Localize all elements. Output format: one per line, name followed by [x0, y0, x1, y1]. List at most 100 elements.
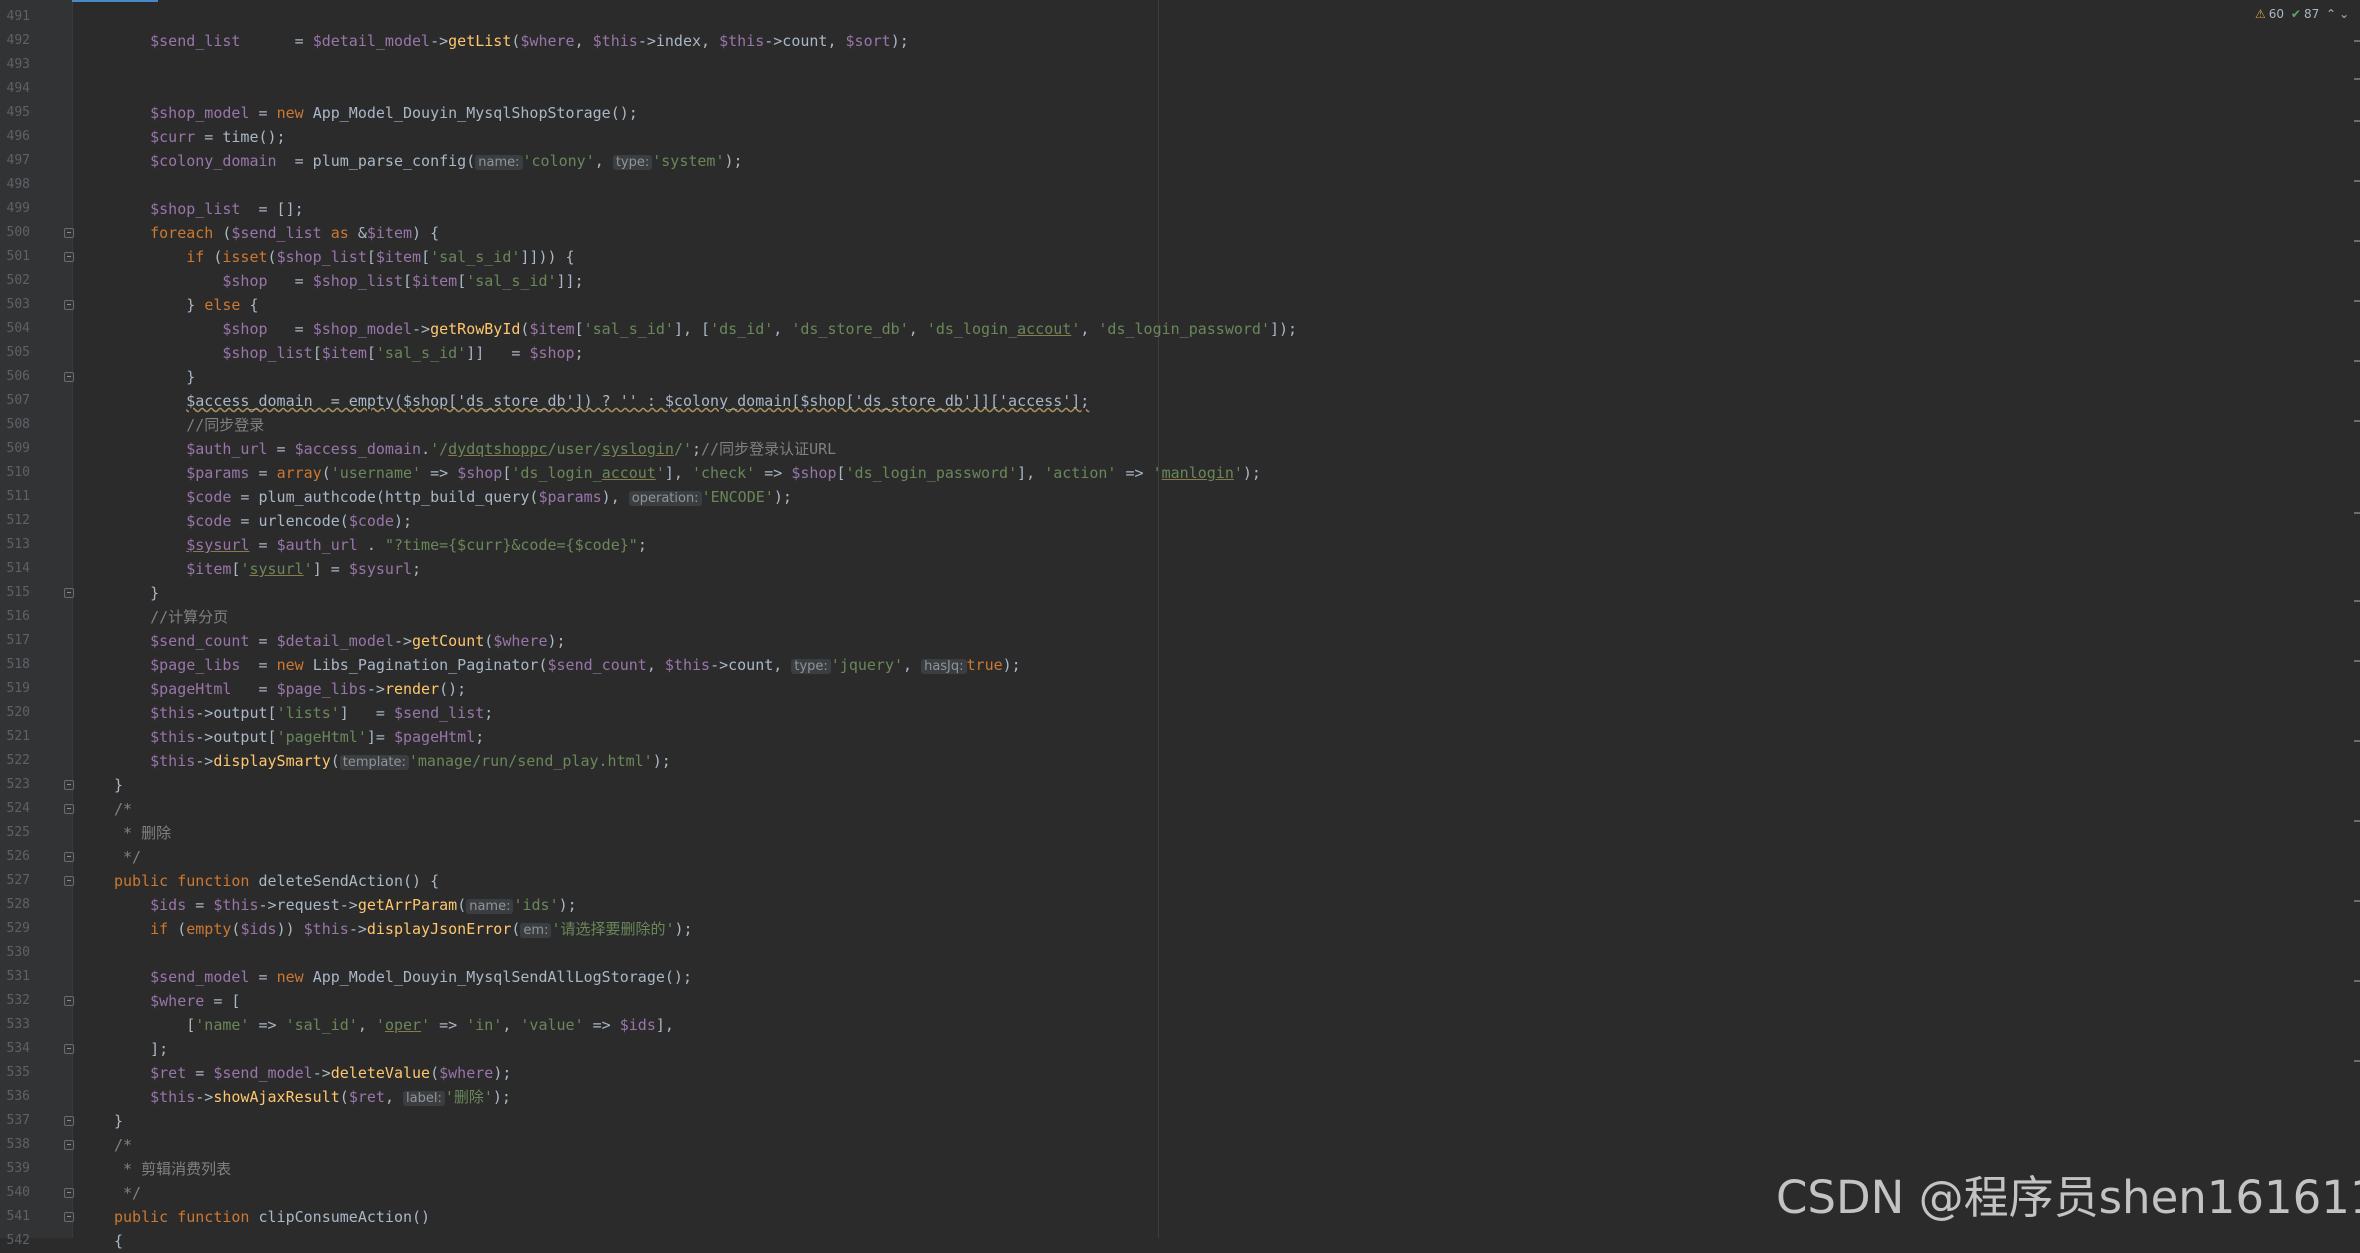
code-text[interactable]: $where = [	[114, 989, 240, 1013]
fold-toggle-icon[interactable]	[64, 300, 74, 310]
line-number[interactable]: 517	[0, 629, 30, 653]
code-line[interactable]: 498	[0, 173, 2360, 197]
code-text[interactable]: $shop_list = [];	[114, 197, 304, 221]
fold-toggle-icon[interactable]	[64, 1044, 74, 1054]
code-line[interactable]: 508 //同步登录	[0, 413, 2360, 437]
code-line[interactable]: 503 } else {	[0, 293, 2360, 317]
line-number[interactable]: 515	[0, 581, 30, 605]
code-line[interactable]: 515 }	[0, 581, 2360, 605]
code-text[interactable]: } else {	[114, 293, 258, 317]
code-line[interactable]: 530	[0, 941, 2360, 965]
code-line[interactable]: 528 $ids = $this->request->getArrParam(n…	[0, 893, 2360, 917]
code-line[interactable]: 507 $access_domain = empty($shop['ds_sto…	[0, 389, 2360, 413]
code-line[interactable]: 511 $code = plum_authcode(http_build_que…	[0, 485, 2360, 509]
line-number[interactable]: 531	[0, 965, 30, 989]
code-line[interactable]: 516 //计算分页	[0, 605, 2360, 629]
code-text[interactable]: $ids = $this->request->getArrParam(name:…	[114, 893, 577, 919]
code-text[interactable]: ['name' => 'sal_id', 'oper' => 'in', 'va…	[114, 1013, 674, 1037]
line-number[interactable]: 524	[0, 797, 30, 821]
code-text[interactable]: $this->output['lists'] = $send_list;	[114, 701, 493, 725]
code-text[interactable]: //计算分页	[114, 605, 228, 629]
inspection-widget[interactable]: ⚠ 60 ✔ 87 ⌃ ⌄	[2255, 4, 2360, 24]
code-text[interactable]: $colony_domain = plum_parse_config(name:…	[114, 149, 743, 175]
line-number[interactable]: 499	[0, 197, 30, 221]
line-number[interactable]: 540	[0, 1181, 30, 1205]
code-line[interactable]: 533 ['name' => 'sal_id', 'oper' => 'in',…	[0, 1013, 2360, 1037]
code-line[interactable]: 532 $where = [	[0, 989, 2360, 1013]
line-number[interactable]: 516	[0, 605, 30, 629]
fold-toggle-icon[interactable]	[64, 372, 74, 382]
code-line[interactable]: 529 if (empty($ids)) $this->displayJsonE…	[0, 917, 2360, 941]
line-number[interactable]: 505	[0, 341, 30, 365]
code-text[interactable]: $params = array('username' => $shop['ds_…	[114, 461, 1261, 485]
line-number[interactable]: 527	[0, 869, 30, 893]
fold-toggle-icon[interactable]	[64, 228, 74, 238]
code-line[interactable]: 517 $send_count = $detail_model->getCoun…	[0, 629, 2360, 653]
code-text[interactable]: if (isset($shop_list[$item['sal_s_id']])…	[114, 245, 574, 269]
code-text[interactable]: */	[114, 845, 141, 869]
code-text[interactable]: $this->output['pageHtml']= $pageHtml;	[114, 725, 484, 749]
code-line[interactable]: 520 $this->output['lists'] = $send_list;	[0, 701, 2360, 725]
code-text[interactable]: $code = urlencode($code);	[114, 509, 412, 533]
code-text[interactable]: //同步登录	[114, 413, 264, 437]
stripe-mark[interactable]	[2354, 1060, 2360, 1062]
code-text[interactable]: }	[114, 773, 123, 797]
code-line[interactable]: 504 $shop = $shop_model->getRowById($ite…	[0, 317, 2360, 341]
code-text[interactable]: $curr = time();	[114, 125, 285, 149]
line-number[interactable]: 492	[0, 29, 30, 53]
line-number[interactable]: 519	[0, 677, 30, 701]
fold-toggle-icon[interactable]	[64, 1188, 74, 1198]
code-text[interactable]: $send_list = $detail_model->getList($whe…	[114, 29, 909, 53]
code-lines[interactable]: 491 492 $send_list = $detail_model->getLi…	[0, 5, 2360, 1253]
line-number[interactable]: 539	[0, 1157, 30, 1181]
line-number[interactable]: 503	[0, 293, 30, 317]
fold-toggle-icon[interactable]	[64, 780, 74, 790]
stripe-mark[interactable]	[2354, 40, 2360, 42]
code-line[interactable]: 509 $auth_url = $access_domain.'/dydqtsh…	[0, 437, 2360, 461]
stripe-mark[interactable]	[2354, 240, 2360, 242]
code-editor[interactable]: 491 492 $send_list = $detail_model->getLi…	[0, 0, 2360, 1250]
line-number[interactable]: 535	[0, 1061, 30, 1085]
code-line[interactable]: 497 $colony_domain = plum_parse_config(n…	[0, 149, 2360, 173]
code-line[interactable]: 512 $code = urlencode($code);	[0, 509, 2360, 533]
line-number[interactable]: 496	[0, 125, 30, 149]
line-number[interactable]: 537	[0, 1109, 30, 1133]
code-text[interactable]: */	[114, 1181, 141, 1205]
line-number[interactable]: 494	[0, 77, 30, 101]
line-number[interactable]: 500	[0, 221, 30, 245]
fold-toggle-icon[interactable]	[64, 252, 74, 262]
stripe-mark[interactable]	[2354, 300, 2360, 302]
stripe-mark[interactable]	[2354, 600, 2360, 602]
code-line[interactable]: 536 $this->showAjaxResult($ret, label: '删…	[0, 1085, 2360, 1109]
code-text[interactable]: foreach ($send_list as &$item) {	[114, 221, 439, 245]
line-number[interactable]: 536	[0, 1085, 30, 1109]
stripe-mark[interactable]	[2354, 660, 2360, 662]
stripe-mark[interactable]	[2354, 78, 2360, 80]
code-line[interactable]: 521 $this->output['pageHtml']= $pageHtml…	[0, 725, 2360, 749]
code-text[interactable]: $item['sysurl'] = $sysurl;	[114, 557, 421, 581]
line-number[interactable]: 510	[0, 461, 30, 485]
line-number[interactable]: 507	[0, 389, 30, 413]
line-number[interactable]: 523	[0, 773, 30, 797]
code-text[interactable]: /*	[114, 1133, 132, 1157]
code-text[interactable]: $page_libs = new Libs_Pagination_Paginat…	[114, 653, 1021, 679]
code-text[interactable]: if (empty($ids)) $this->displayJsonError…	[114, 917, 693, 943]
code-text[interactable]: $send_count = $detail_model->getCount($w…	[114, 629, 565, 653]
code-line[interactable]: 537}	[0, 1109, 2360, 1133]
code-text[interactable]: $shop_list[$item['sal_s_id']] = $shop;	[114, 341, 583, 365]
code-line[interactable]: 518 $page_libs = new Libs_Pagination_Pag…	[0, 653, 2360, 677]
code-text[interactable]: $ret = $send_model->deleteValue($where);	[114, 1061, 511, 1085]
code-text[interactable]: $auth_url = $access_domain.'/dydqtshoppc…	[114, 437, 836, 461]
code-text[interactable]: {	[114, 1229, 123, 1253]
code-line[interactable]: 526 */	[0, 845, 2360, 869]
error-stripe[interactable]	[2354, 0, 2360, 1238]
code-line[interactable]: 510 $params = array('username' => $shop[…	[0, 461, 2360, 485]
line-number[interactable]: 513	[0, 533, 30, 557]
fold-toggle-icon[interactable]	[64, 1140, 74, 1150]
line-number[interactable]: 493	[0, 53, 30, 77]
code-line[interactable]: 491	[0, 5, 2360, 29]
line-number[interactable]: 521	[0, 725, 30, 749]
fold-toggle-icon[interactable]	[64, 588, 74, 598]
line-number[interactable]: 529	[0, 917, 30, 941]
code-text[interactable]: $access_domain = empty($shop['ds_store_d…	[114, 389, 1089, 413]
